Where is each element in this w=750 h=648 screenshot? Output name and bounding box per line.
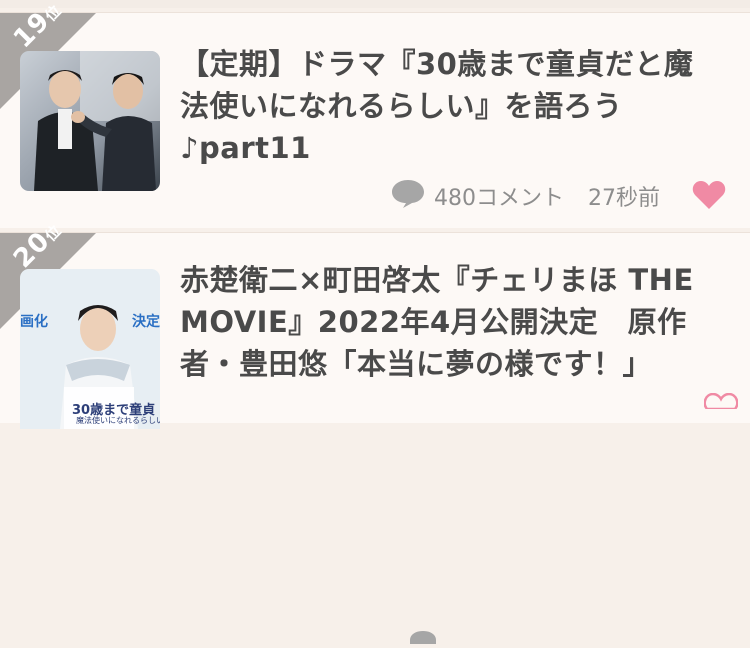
list-top-divider xyxy=(0,0,750,8)
thread-title[interactable]: 赤楚衛二×町田啓太『チェリまほ THE MOVIE』2022年4月公開決定 原作… xyxy=(180,259,720,385)
poster-sub-text: 魔法使いになれるらしい xyxy=(76,416,160,425)
drama-photo xyxy=(20,51,160,191)
poster-left-text: 画化 xyxy=(20,314,48,330)
comment-bubble-icon xyxy=(410,631,436,644)
heart-icon[interactable] xyxy=(692,180,726,216)
time-ago: 27秒前 xyxy=(588,186,660,211)
thread-title[interactable]: 【定期】ドラマ『30歳まで童貞だと魔法使いになれるらしい』を語ろう♪part11 xyxy=(180,43,720,169)
thread-meta: 480コメント 27秒前 xyxy=(390,178,730,212)
comment-bubble-icon xyxy=(390,178,426,214)
thread-thumbnail[interactable]: 画化 決定 30歳まで童貞 魔法使いになれるらしい xyxy=(20,269,160,429)
thread-card[interactable]: 19位 【定期】ドラマ『30歳まで童貞だと魔法使いになれるらしい』を語ろう♪pa… xyxy=(0,1,750,228)
thread-meta-partial xyxy=(408,629,438,648)
thread-thumbnail[interactable] xyxy=(20,51,160,191)
heart-icon[interactable] xyxy=(703,392,739,413)
comment-count: 480コメント xyxy=(434,186,564,211)
poster-right-text: 決定 xyxy=(132,314,160,330)
thread-card[interactable]: 20位 画化 決定 30歳まで童貞 魔法使いになれるらしい 赤楚衛二×町田啓太『… xyxy=(0,221,750,644)
